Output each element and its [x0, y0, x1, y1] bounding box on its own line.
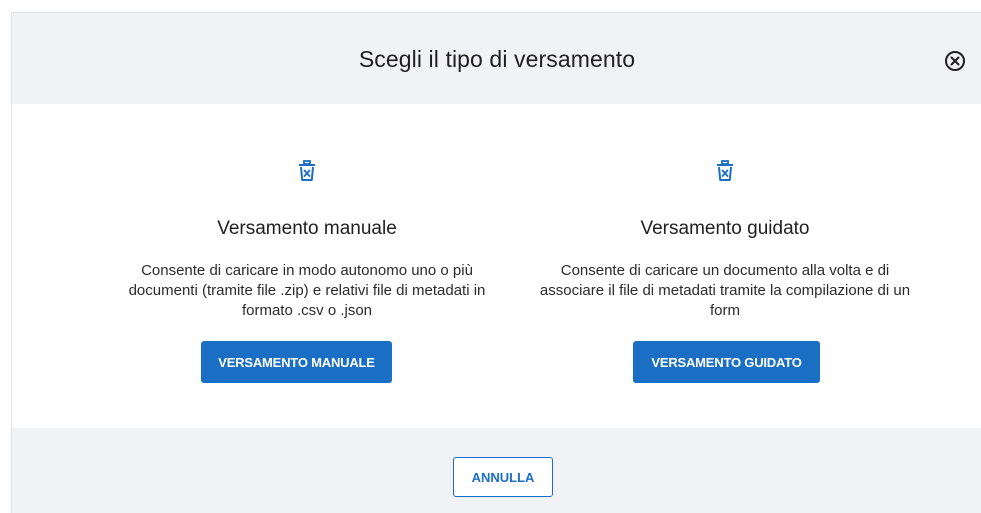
option-title: Versamento guidato — [640, 218, 810, 239]
option-description: Consente di caricare in modo autonomo un… — [128, 262, 486, 319]
manual-upload-button[interactable]: VERSAMENTO MANUALE — [201, 341, 392, 383]
dialog-body: Versamento manuale Consente di caricare … — [12, 104, 981, 428]
dialog: Scegli il tipo di versamento Versamento … — [11, 12, 981, 513]
close-icon[interactable] — [944, 50, 966, 72]
option-description: Consente di caricare un documento alla v… — [539, 262, 911, 319]
dialog-title: Scegli il tipo di versamento — [358, 46, 636, 72]
dialog-footer: ANNULLA — [12, 428, 981, 513]
option-title: Versamento manuale — [217, 218, 397, 239]
cancel-button[interactable]: ANNULLA — [453, 457, 553, 497]
guided-upload-button[interactable]: VERSAMENTO GUIDATO — [633, 341, 820, 383]
dialog-header: Scegli il tipo di versamento — [12, 13, 981, 104]
trash-icon — [296, 159, 318, 183]
trash-icon — [714, 159, 736, 183]
